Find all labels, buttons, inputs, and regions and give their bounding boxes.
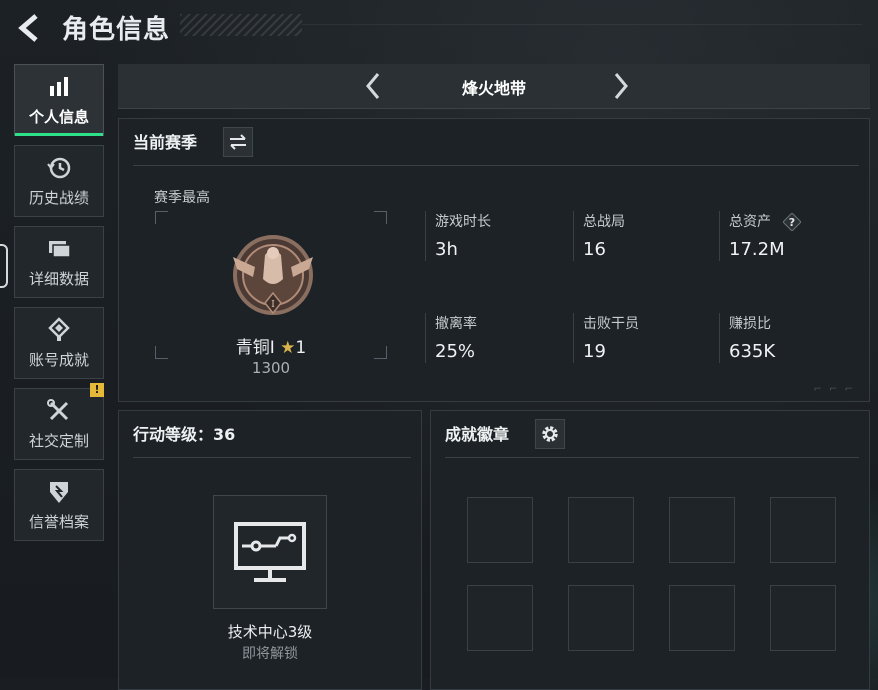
badges-title: 成就徽章 <box>445 425 510 444</box>
bronze-rank-emblem-icon: I <box>233 235 313 315</box>
stat-label: 击败干员 <box>583 316 639 332</box>
bar-chart-icon <box>50 76 68 96</box>
achievement-badges-panel: 成就徽章 <box>430 410 870 690</box>
mode-name: 烽火地带 <box>461 79 526 98</box>
stat-operators-defeated: 击败干员 19 <box>583 313 703 362</box>
stat-label: 撤离率 <box>435 316 477 332</box>
badge-slot[interactable] <box>770 497 836 563</box>
sidebar-item-label: 历史战绩 <box>28 188 89 207</box>
history-icon <box>47 157 71 178</box>
back-button[interactable] <box>14 12 46 44</box>
season-panel: 当前赛季 赛季最高 I 青铜I ★1 1300 游戏时长 3h 总战局 16 总… <box>118 118 870 402</box>
rank-star-count: 1 <box>295 338 307 358</box>
help-mark: ? <box>789 216 795 229</box>
tech-center-name: 技术中心3级 <box>227 623 313 641</box>
cards-icon <box>49 240 71 258</box>
season-best-label: 赛季最高 <box>154 190 210 206</box>
stat-value: 19 <box>583 341 606 362</box>
mode-next-button[interactable] <box>604 70 636 102</box>
title-decoration <box>180 14 302 36</box>
page-title: 角色信息 <box>62 15 171 45</box>
sidebar-item-history[interactable]: 历史战绩 <box>14 145 104 217</box>
season-title: 当前赛季 <box>133 133 198 152</box>
action-level-panel: 行动等级：36 技术中心3级 即将解锁 <box>118 410 422 690</box>
frame-corner <box>155 211 168 224</box>
credit-icon <box>50 481 68 503</box>
stat-value: 25% <box>435 341 476 362</box>
sidebar-item-label: 详细数据 <box>28 269 89 288</box>
chevron-right-icon <box>614 73 628 99</box>
badge-slot[interactable] <box>568 497 634 563</box>
stat-value: 3h <box>435 239 458 260</box>
header: 角色信息 <box>0 0 878 56</box>
sidebar-item-label: 账号成就 <box>28 350 89 369</box>
rank-tier: 青铜I <box>235 338 275 358</box>
help-icon[interactable]: ? <box>783 213 802 231</box>
badge-slot[interactable] <box>669 585 735 651</box>
achievement-icon <box>48 316 70 341</box>
stat-divider <box>719 313 720 363</box>
stat-divider <box>573 313 574 363</box>
sidebar-item-detail-data[interactable]: 详细数据 <box>14 226 104 298</box>
stat-value: 16 <box>583 239 606 260</box>
back-arrow-icon <box>18 14 38 42</box>
stat-total-assets: 总资产 ? 17.2M <box>729 211 849 260</box>
decoration-ticks: ⌐ ⌐ ⌐ <box>813 384 855 395</box>
header-line <box>302 24 862 25</box>
sidebar-item-label: 信誉档案 <box>28 512 89 531</box>
stat-label: 总战局 <box>583 214 625 230</box>
stat-extract-rate: 撤离率 25% <box>435 313 555 362</box>
stat-label-text: 总资产 <box>729 214 771 230</box>
svg-text:I: I <box>271 300 275 310</box>
badge-slot[interactable] <box>467 497 533 563</box>
badge-settings-button[interactable] <box>535 419 565 449</box>
frame-corner <box>374 211 387 224</box>
stat-profit-ratio: 赚损比 635K <box>729 313 849 362</box>
alert-badge: ! <box>90 383 104 397</box>
stat-divider <box>425 313 426 363</box>
swap-icon <box>230 134 246 150</box>
season-switch-button[interactable] <box>223 127 253 157</box>
sidebar-item-credit[interactable]: 信誉档案 <box>14 469 104 541</box>
badge-slot[interactable] <box>770 585 836 651</box>
sidebar-item-personal-info[interactable]: 个人信息 <box>14 64 104 136</box>
divider <box>133 457 411 458</box>
divider <box>445 457 859 458</box>
badge-slot[interactable] <box>568 585 634 651</box>
stat-value: 635K <box>729 341 776 362</box>
star-icon: ★ <box>280 338 296 358</box>
stat-divider <box>425 211 426 261</box>
stat-divider <box>573 211 574 261</box>
divider <box>133 165 859 166</box>
sidebar-item-label: 个人信息 <box>28 107 89 126</box>
sidebar: 个人信息 历史战绩 详细数据 账号成就 社交定制 ! 信誉档案 <box>14 64 106 550</box>
gear-icon <box>542 426 558 442</box>
stat-label: 游戏时长 <box>435 214 491 230</box>
stat-divider <box>719 211 720 261</box>
mode-switcher: 烽火地带 <box>118 64 870 109</box>
badge-slot[interactable] <box>669 497 735 563</box>
stat-playtime: 游戏时长 3h <box>435 211 555 260</box>
sidebar-item-social[interactable]: 社交定制 ! <box>14 383 104 460</box>
stat-label: 总资产 ? <box>729 211 849 231</box>
rank-score: 1300 <box>251 359 291 377</box>
tech-center-icon <box>234 522 306 582</box>
badge-slot[interactable] <box>467 585 533 651</box>
sidebar-item-label: 社交定制 <box>28 431 89 450</box>
stat-label: 赚损比 <box>729 316 771 332</box>
stat-value: 17.2M <box>729 239 785 260</box>
stat-total-matches: 总战局 16 <box>583 211 703 260</box>
action-level-title: 行动等级：36 <box>133 425 236 444</box>
tools-icon <box>47 398 69 420</box>
sidebar-edge-tab[interactable] <box>0 244 8 288</box>
rank-name: 青铜I ★1 <box>155 333 387 358</box>
sidebar-item-achievements[interactable]: 账号成就 <box>14 307 104 379</box>
tech-center-card[interactable] <box>213 495 327 609</box>
tech-center-status: 即将解锁 <box>242 646 298 662</box>
